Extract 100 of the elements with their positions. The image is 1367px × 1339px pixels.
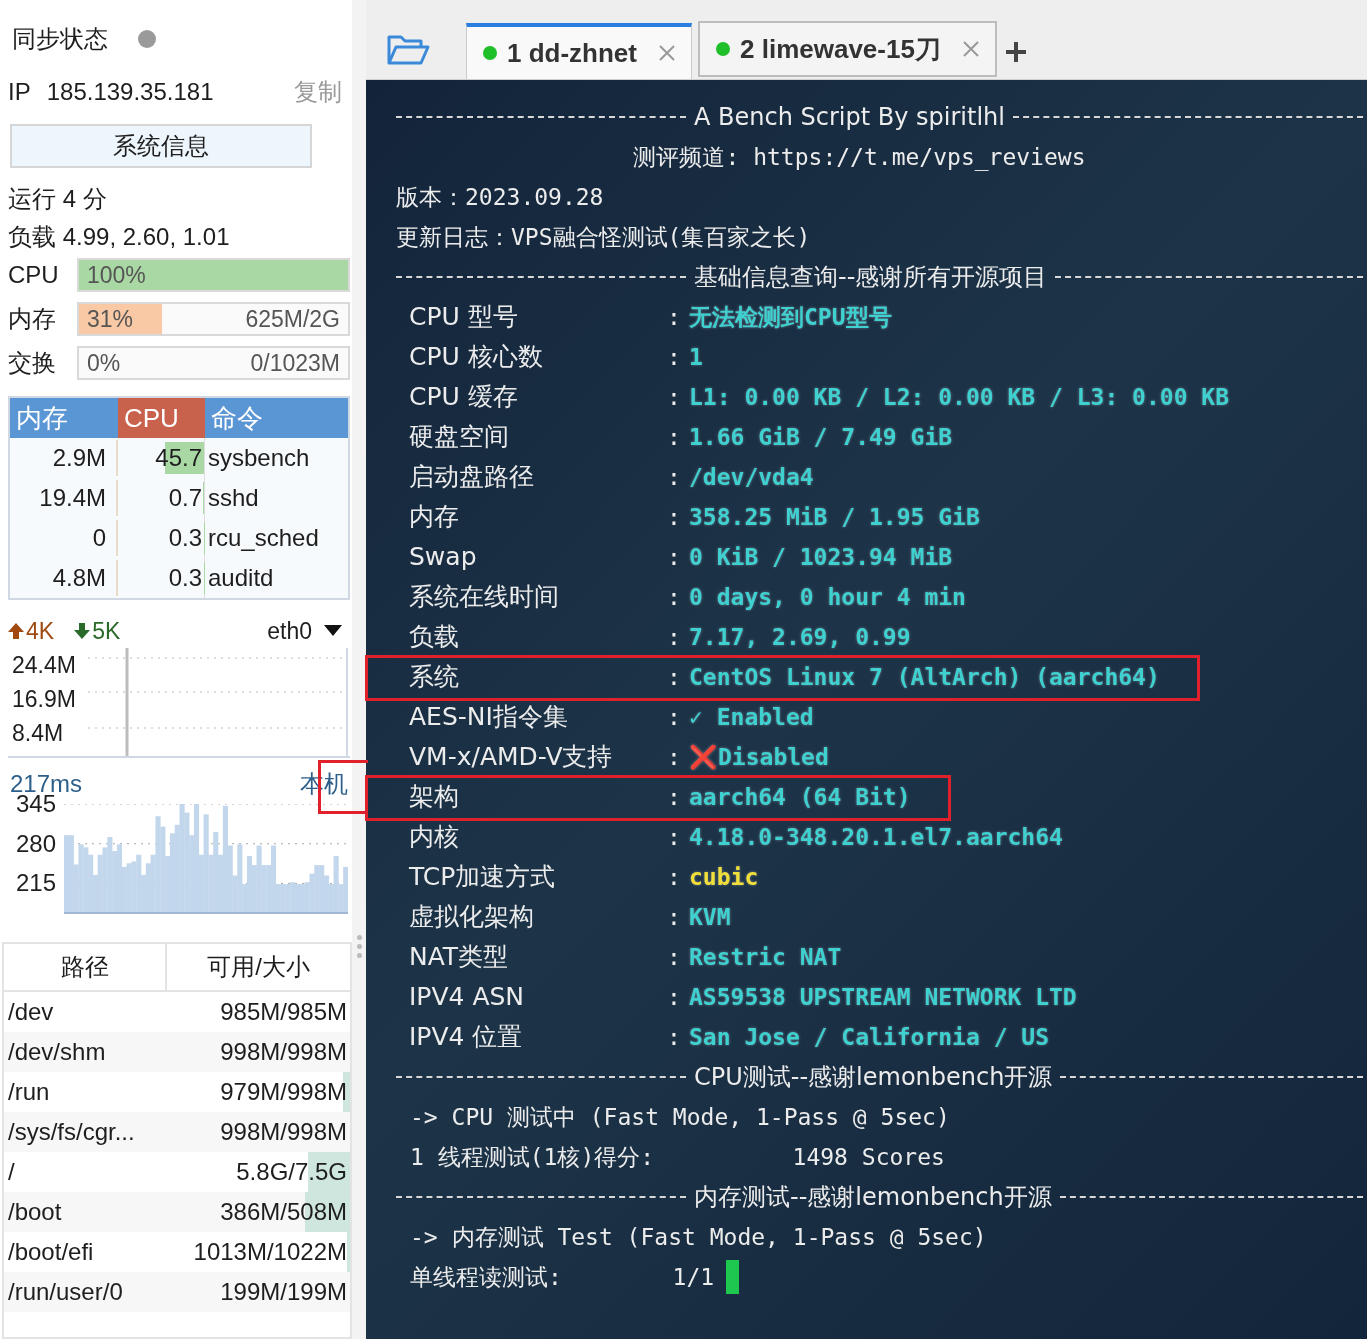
column-header[interactable]: CPU bbox=[118, 398, 205, 438]
field-value: CentOS Linux 7 (AltArch) (aarch64) bbox=[689, 662, 1160, 692]
terminal-line: 单线程读测试: 1/1 bbox=[410, 1262, 715, 1292]
column-header: 可用/大小 bbox=[206, 952, 311, 982]
section-heading: CPU测试--感谢lemonbench开源 bbox=[694, 1062, 1053, 1093]
axis-tick: 280 bbox=[16, 831, 57, 856]
field-value: AS59538 UPSTREAM NETWORK LTD bbox=[689, 982, 1077, 1012]
section-heading: 基础信息查询--感谢所有开源项目 bbox=[694, 262, 1048, 293]
colon-separator: : bbox=[667, 502, 682, 532]
upload-arrow-icon bbox=[6, 621, 26, 641]
size-cell-text: 5.8G/7.5G bbox=[236, 1157, 347, 1187]
field-value: 无法检测到CPU型号 bbox=[689, 302, 892, 332]
colon-separator: : bbox=[667, 902, 682, 932]
field-value: aarch64 (64 Bit) bbox=[689, 782, 911, 812]
command-cell-text: sysbench bbox=[207, 443, 311, 473]
field-value: 7.17, 2.69, 0.99 bbox=[689, 622, 911, 652]
size-cell-text: 998M/998M bbox=[220, 1037, 347, 1067]
system-info-button[interactable]: 系统信息 bbox=[10, 124, 312, 168]
path-cell-text: / bbox=[7, 1157, 16, 1187]
field-label: 架构 bbox=[409, 781, 460, 814]
colon-separator: : bbox=[667, 862, 682, 892]
field-value: ❌Disabled bbox=[689, 742, 829, 772]
interface-dropdown[interactable]: eth0 bbox=[267, 613, 342, 649]
colon-separator: : bbox=[667, 1022, 682, 1052]
memory-cell: 19.4M bbox=[10, 480, 118, 516]
colon-separator: : bbox=[667, 782, 682, 812]
memory-cell: 2.9M bbox=[10, 440, 118, 476]
field-label: 内存 bbox=[409, 501, 460, 534]
field-label: 负载 bbox=[409, 621, 460, 654]
size-cell-text: 386M/508M bbox=[220, 1197, 347, 1227]
close-icon[interactable] bbox=[962, 41, 979, 57]
field-value: 0 KiB / 1023.94 MiB bbox=[689, 542, 953, 572]
field-label: 内核 bbox=[409, 821, 460, 854]
column-header: 路径 bbox=[4, 944, 167, 990]
meter-label: CPU bbox=[8, 260, 60, 290]
terminal-line: 1 线程测试(1核)得分: 1498 Scores bbox=[410, 1142, 945, 1172]
upload-speed: 4K bbox=[26, 616, 55, 646]
field-label: NAT类型 bbox=[409, 941, 510, 974]
path-cell-text: /sys/fs/cgr... bbox=[7, 1117, 136, 1147]
size-cell-text: 985M/985M bbox=[220, 997, 347, 1027]
terminal-line: 更新日志：VPS融合怪测试(集百家之长) bbox=[396, 222, 811, 252]
section-heading: A Bench Script By spiritlhl bbox=[694, 102, 1005, 133]
field-value: 4.18.0-348.20.1.el7.aarch64 bbox=[689, 822, 1063, 852]
field-label: 系统在线时间 bbox=[409, 581, 560, 614]
section-heading: 内存测试--感谢lemonbench开源 bbox=[694, 1182, 1052, 1213]
path-cell-text: /dev/shm bbox=[7, 1037, 107, 1067]
field-label: IPV4 ASN bbox=[409, 981, 526, 1014]
sync-status-label: 同步状态 bbox=[12, 24, 108, 54]
terminal-line: -> 内存测试 Test (Fast Mode, 1-Pass @ 5sec) bbox=[410, 1222, 987, 1252]
axis-label: 16.9M bbox=[12, 685, 77, 714]
meter-detail: 625M/2G bbox=[245, 304, 340, 334]
terminal-line: -> CPU 测试中 (Fast Mode, 1-Pass @ 5sec) bbox=[410, 1102, 950, 1132]
cpu-cell-text: 45.7 bbox=[155, 443, 203, 473]
add-tab-icon[interactable] bbox=[1004, 41, 1027, 63]
size-cell-text: 998M/998M bbox=[220, 1117, 347, 1147]
colon-separator: : bbox=[667, 582, 682, 612]
close-icon[interactable] bbox=[659, 45, 675, 61]
colon-separator: : bbox=[667, 342, 682, 372]
field-value: 1.66 GiB / 7.49 GiB bbox=[689, 422, 953, 452]
colon-separator: : bbox=[667, 982, 682, 1012]
field-value: San Jose / California / US bbox=[689, 1022, 1050, 1052]
path-cell-text: /run bbox=[7, 1077, 51, 1107]
field-value: L1: 0.00 KB / L2: 0.00 KB / L3: 0.00 KB bbox=[689, 382, 1230, 412]
field-label: IPV4 位置 bbox=[409, 1021, 524, 1054]
command-cell-text: sshd bbox=[207, 483, 260, 513]
axis-tick: 345 bbox=[16, 792, 57, 816]
size-cell-text: 1013M/1022M bbox=[193, 1237, 347, 1267]
field-label: TCP加速方式 bbox=[409, 861, 557, 894]
field-label: CPU 缓存 bbox=[409, 381, 519, 414]
field-label: AES-NI指令集 bbox=[409, 701, 569, 734]
folder-icon[interactable] bbox=[386, 33, 430, 67]
field-value: Restric NAT bbox=[689, 942, 842, 972]
colon-separator: : bbox=[667, 742, 682, 772]
axis-label: 8.4M bbox=[12, 719, 65, 748]
field-value: 358.25 MiB / 1.95 GiB bbox=[689, 502, 980, 532]
colon-separator: : bbox=[667, 822, 682, 852]
terminal-line: 版本：2023.09.28 bbox=[396, 182, 604, 212]
tab[interactable]: 1 dd-zhnet bbox=[466, 23, 692, 79]
command-cell-text: rcu_sched bbox=[207, 523, 320, 553]
meter-detail: 0/1023M bbox=[250, 348, 340, 378]
field-label: CPU 核心数 bbox=[409, 341, 544, 374]
meter-percent: 100% bbox=[87, 260, 146, 290]
field-value: ✓ Enabled bbox=[689, 702, 814, 732]
ip-address: 185.139.35.181 bbox=[46, 77, 215, 107]
meter-label: 内存 bbox=[8, 304, 57, 334]
field-value: 0 days, 0 hour 4 min bbox=[689, 582, 966, 612]
meter-percent: 0% bbox=[87, 348, 121, 378]
colon-separator: : bbox=[667, 302, 682, 332]
cpu-cell-text: 0.3 bbox=[168, 563, 203, 593]
field-label: 启动盘路径 bbox=[409, 461, 535, 494]
path-cell-text: /run/user/0 bbox=[7, 1277, 124, 1307]
colon-separator: : bbox=[667, 942, 682, 972]
download-arrow-icon bbox=[72, 621, 93, 641]
splitter-handle-icon[interactable] bbox=[356, 935, 362, 958]
path-cell-text: /boot/efi bbox=[7, 1237, 95, 1267]
terminal-line: 测评频道: https://t.me/vps_reviews bbox=[633, 142, 1086, 173]
cpu-cell-text: 0.7 bbox=[168, 483, 203, 513]
field-value: KVM bbox=[689, 902, 731, 932]
field-value: /dev/vda4 bbox=[689, 462, 814, 492]
tab[interactable]: 2 limewave-15刀 bbox=[698, 21, 997, 77]
